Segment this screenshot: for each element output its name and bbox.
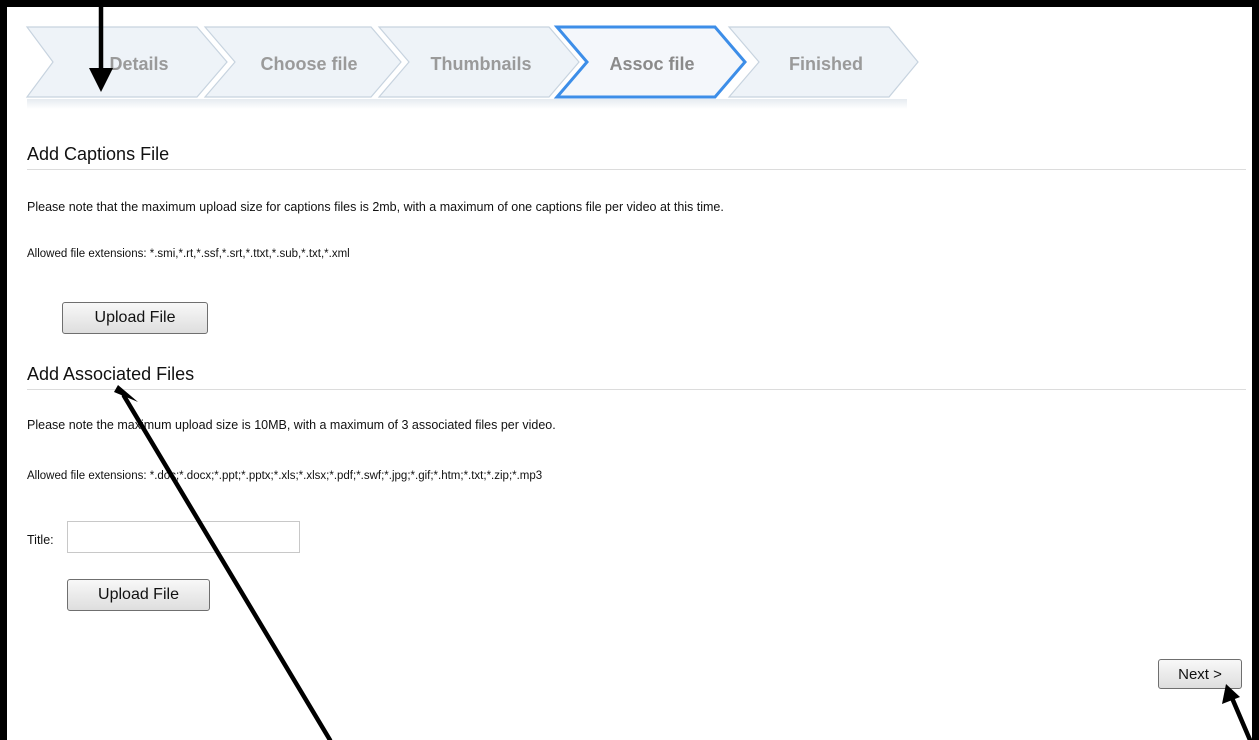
step-label-finished: Finished — [788, 54, 863, 74]
captions-allowed-extensions: Allowed file extensions: *.smi,*.rt,*.ss… — [27, 248, 350, 260]
step-label-choose-file: Choose file — [260, 54, 358, 74]
associated-divider — [27, 389, 1246, 390]
associated-size-note: Please note the maximum upload size is 1… — [27, 418, 556, 432]
title-input[interactable] — [67, 521, 300, 553]
captions-divider — [27, 169, 1246, 170]
associated-allowed-extensions: Allowed file extensions: *.doc;*.docx;*.… — [27, 470, 543, 482]
captions-section-title: Add Captions File — [27, 144, 170, 164]
title-field-label: Title: — [27, 533, 54, 547]
step-label-assoc-file: Assoc file — [609, 54, 695, 74]
associated-upload-button[interactable]: Upload File — [67, 579, 210, 611]
captions-upload-button[interactable]: Upload File — [62, 302, 208, 334]
page-frame: Details Choose file Thumbnails Assoc fil… — [0, 0, 1259, 740]
wizard-steps: Details Choose file Thumbnails Assoc fil… — [25, 21, 925, 111]
step-label-thumbnails: Thumbnails — [430, 54, 532, 74]
associated-section-title: Add Associated Files — [27, 364, 195, 384]
next-button[interactable]: Next > — [1158, 659, 1242, 689]
captions-size-note: Please note that the maximum upload size… — [27, 200, 724, 214]
step-label-details: Details — [109, 54, 169, 74]
